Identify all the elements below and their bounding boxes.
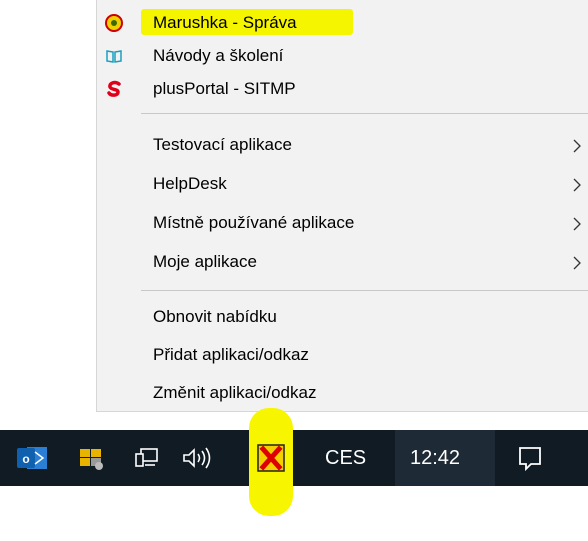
notification-icon[interactable] [510, 430, 550, 486]
menu-item-label: plusPortal - SITMP [153, 78, 296, 98]
clock-time[interactable]: 12:42 [410, 430, 460, 486]
menu-item-obnovit[interactable]: Obnovit nabídku [97, 300, 588, 333]
menu-item-navody[interactable]: Návody a školení [97, 39, 588, 72]
chevron-right-icon [572, 138, 582, 152]
menu-item-label: Obnovit nabídku [153, 306, 277, 326]
menu-separator [141, 113, 588, 114]
context-menu: Marushka - Správa Návody a školení plusP… [96, 0, 588, 412]
plusportal-icon [105, 80, 123, 98]
menu-item-helpdesk[interactable]: HelpDesk [97, 167, 588, 200]
menu-item-pridat[interactable]: Přidat aplikaci/odkaz [97, 338, 588, 371]
menu-item-label: Testovací aplikace [153, 134, 292, 154]
menu-item-testovaci[interactable]: Testovací aplikace [97, 128, 588, 161]
menu-item-label: Místně používané aplikace [153, 212, 355, 232]
menu-separator [141, 290, 588, 291]
marushka-icon [105, 13, 123, 32]
menu-item-moje[interactable]: Moje aplikace [97, 245, 588, 278]
language-indicator[interactable]: CES [325, 430, 366, 486]
menu-item-mistne[interactable]: Místně používané aplikace [97, 206, 588, 239]
menu-item-label: Změnit aplikaci/odkaz [153, 382, 317, 402]
book-icon [105, 47, 123, 65]
menu-item-label: Návody a školení [153, 45, 284, 65]
menu-item-marushka[interactable]: Marushka - Správa [97, 6, 588, 39]
chevron-right-icon [572, 216, 582, 230]
network-icon[interactable] [130, 430, 164, 486]
menu-item-label: Moje aplikace [153, 251, 257, 271]
chevron-right-icon [572, 255, 582, 269]
menu-item-label: Marushka - Správa [153, 12, 297, 32]
menu-item-plusportal[interactable]: plusPortal - SITMP [97, 72, 588, 105]
volume-icon[interactable] [177, 430, 217, 486]
svg-text:o: o [22, 452, 29, 466]
red-x-app-icon[interactable] [252, 430, 290, 486]
menu-item-label: HelpDesk [153, 173, 227, 193]
menu-item-label: Přidat aplikaci/odkaz [153, 344, 309, 364]
outlook-icon[interactable]: o [12, 430, 52, 486]
app-tray-icon[interactable] [73, 430, 109, 486]
chevron-right-icon [572, 177, 582, 191]
menu-item-zmenit[interactable]: Změnit aplikaci/odkaz [97, 376, 588, 409]
